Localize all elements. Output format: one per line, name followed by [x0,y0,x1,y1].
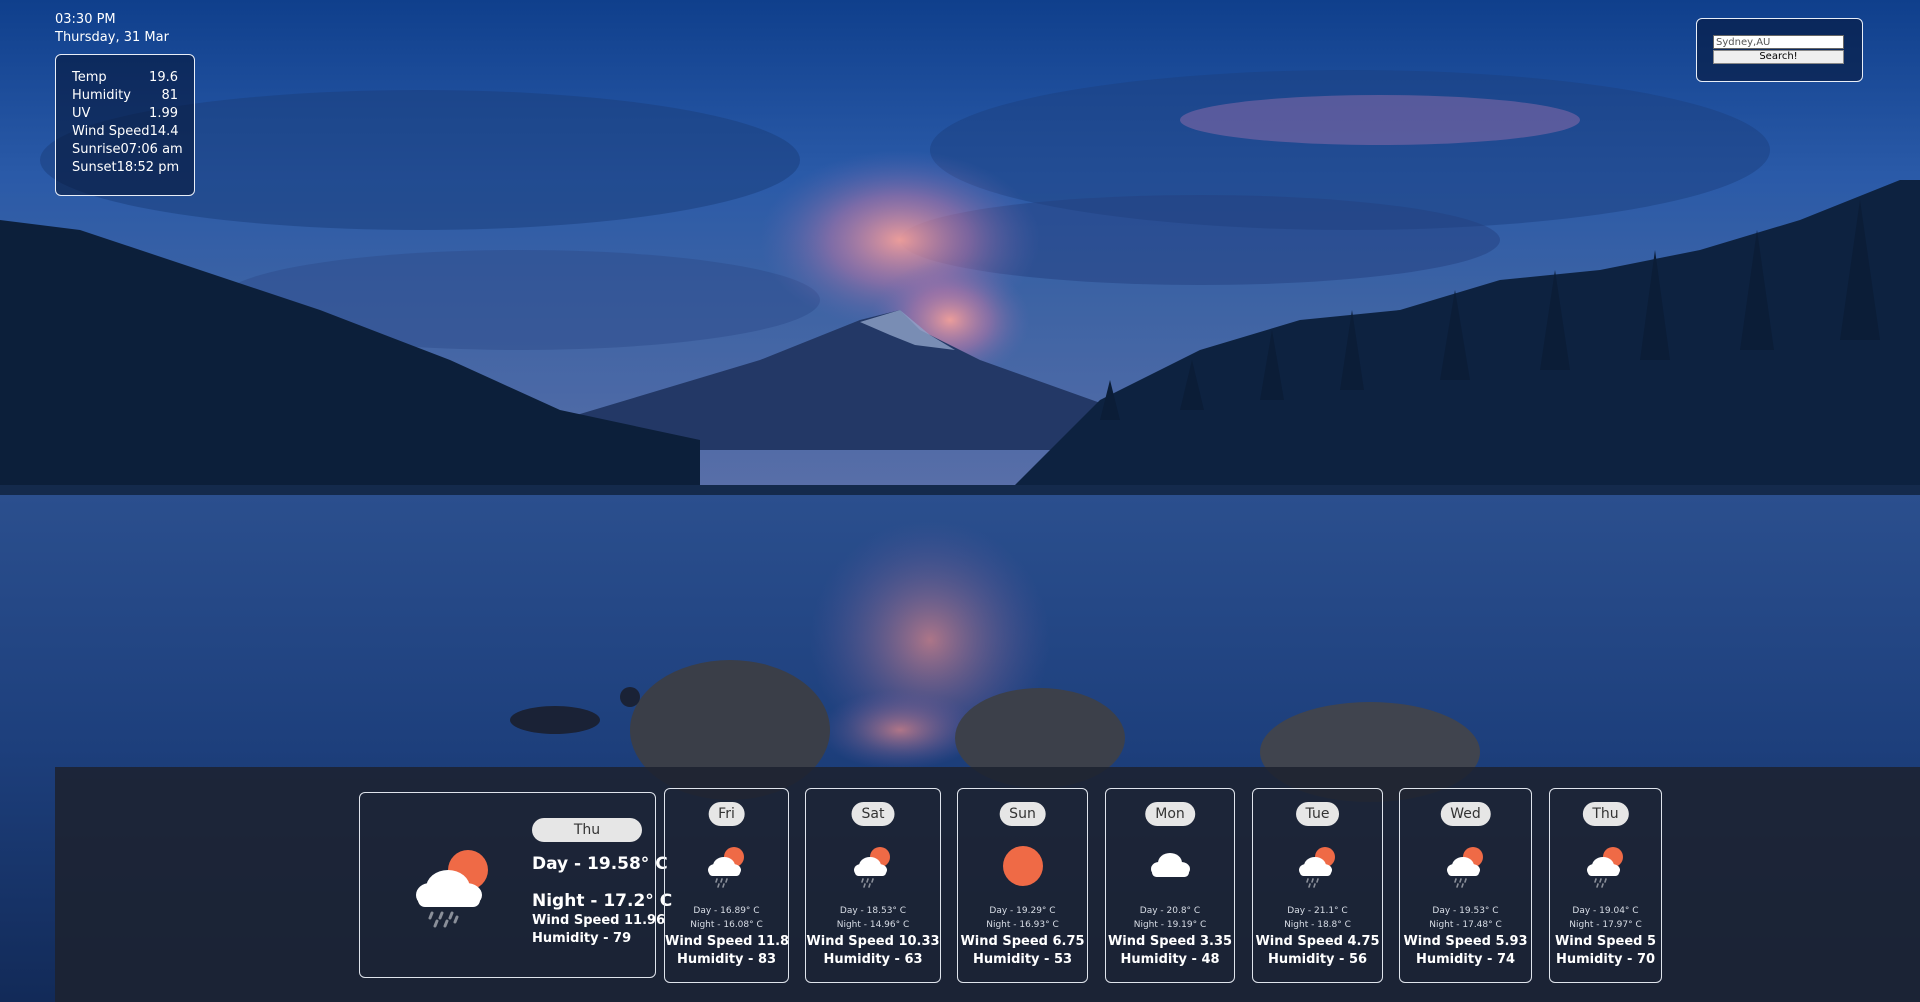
stat-uv: UV 1.99 [72,105,178,123]
forecast-details: Wind Speed 10.33 Humidity - 63 [806,933,940,969]
stat-value: 07:06 am [120,142,183,157]
forecast-temps: Day - 18.53° C Night - 14.96° C [806,904,940,932]
forecast-temps: Day - 19.04° C Night - 17.97° C [1550,904,1661,932]
forecast-night-temp: Night - 17.48° C [1429,920,1502,930]
forecast-temps: Day - 19.29° C Night - 16.93° C [958,904,1087,932]
forecast-day-label: Sun [999,802,1046,826]
sun-icon [1000,843,1046,893]
forecast-humidity: Humidity - 70 [1555,952,1656,967]
forecast-temps: Day - 19.53° C Night - 17.48° C [1400,904,1531,932]
forecast-night-temp: Night - 16.93° C [986,920,1059,930]
stat-humidity: Humidity 81 [72,87,178,105]
sun-cloud-rain-icon [1295,843,1341,893]
forecast-day-temp: Day - 16.89° C [693,906,760,916]
cloud-icon [1147,843,1193,893]
current-conditions-card: Temp 19.6 Humidity 81 UV 1.99 Wind Speed… [55,54,195,196]
sun-cloud-rain-icon [1583,843,1629,893]
forecast-details: Wind Speed 6.75 Humidity - 53 [958,933,1087,969]
sun-cloud-rain-icon [704,843,750,893]
forecast-day-label: Mon [1145,802,1195,826]
forecast-card-mon: Mon Day - 20.8° C Night - 19.19° C Wind … [1105,788,1235,983]
forecast-wind: Wind Speed 5.93 [1403,934,1528,949]
forecast-day-label: Tue [1295,802,1340,826]
stat-sunset: Sunset 18:52 pm [72,159,180,177]
forecast-humidity: Humidity - 53 [972,952,1073,967]
forecast-wind: Wind Speed 10.33 [806,934,940,949]
today-day-label: Thu [532,818,642,842]
today-night-temp: Night - 17.2° C [532,891,673,911]
stat-label: Temp [72,70,107,85]
forecast-wind: Wind Speed 5 [1554,934,1657,949]
today-forecast-card: Thu Day - 19.58° C Night - 17.2° C Wind … [359,792,672,978]
forecast-card-wed: Wed Day - 19.53° C Night - 17.48° C Wind… [1399,788,1532,983]
forecast-card-tue: Tue Day - 21.1° C Night - 18.8° C Wind S… [1252,788,1383,983]
clock: 03:30 PM Thursday, 31 Mar [55,11,169,47]
forecast-temps: Day - 21.1° C Night - 18.8° C [1253,904,1382,932]
forecast-humidity: Humidity - 63 [823,952,923,967]
forecast-wind: Wind Speed 11.8 [665,934,790,949]
search-button[interactable]: Search! [1713,50,1844,64]
forecast-day-label: Sat [851,802,895,826]
forecast-humidity: Humidity - 56 [1267,952,1368,967]
forecast-details: Wind Speed 5 Humidity - 70 [1550,933,1661,969]
forecast-day-temp: Day - 18.53° C [839,906,907,916]
forecast-day-temp: Day - 21.1° C [1287,906,1348,916]
forecast-card-fri: Fri Day - 16.89° C Night - 16.08° C Wind… [664,788,789,983]
stat-label: Sunset [72,160,117,175]
forecast-humidity: Humidity - 83 [676,952,777,967]
forecast-wind: Wind Speed 4.75 [1255,934,1380,949]
stat-label: Wind Speed [72,124,150,139]
stat-value: 18:52 pm [116,160,180,175]
forecast-wind: Wind Speed 3.35 [1107,934,1233,949]
today-wind: Wind Speed 11.96 [532,913,666,928]
sun-cloud-rain-icon [850,843,896,893]
stat-value: 81 [161,88,178,103]
forecast-humidity: Humidity - 74 [1415,952,1516,967]
forecast-details: Wind Speed 4.75 Humidity - 56 [1253,933,1382,969]
forecast-details: Wind Speed 11.8 Humidity - 83 [665,933,790,969]
stat-sunrise: Sunrise 07:06 am [72,141,183,159]
forecast-night-temp: Night - 17.97° C [1569,920,1642,930]
forecast-night-temp: Night - 19.19° C [1133,920,1207,930]
forecast-day-label: Thu [1582,802,1629,826]
stat-wind-speed: Wind Speed 14.4 [72,123,179,141]
current-time: 03:30 PM [55,12,116,27]
forecast-humidity: Humidity - 48 [1120,952,1220,967]
forecast-day-label: Fri [708,802,745,826]
stat-value: 14.4 [149,124,179,139]
stat-value: 19.6 [149,70,178,85]
forecast-panel: Thu Day - 19.58° C Night - 17.2° C Wind … [55,767,1920,1002]
forecast-day-temp: Day - 19.29° C [989,906,1056,916]
current-date: Thursday, 31 Mar [55,30,169,45]
forecast-card-sat: Sat Day - 18.53° C Night - 14.96° C Wind… [805,788,941,983]
forecast-night-temp: Night - 14.96° C [836,920,910,930]
forecast-night-temp: Night - 18.8° C [1284,920,1351,930]
forecast-wind: Wind Speed 6.75 [960,934,1085,949]
forecast-details: Wind Speed 3.35 Humidity - 48 [1106,933,1234,969]
stat-temp: Temp 19.6 [72,69,178,87]
forecast-temps: Day - 16.89° C Night - 16.08° C [665,904,788,932]
search-widget: Search! [1696,18,1863,82]
city-search-input[interactable] [1713,35,1844,49]
today-details: Day - 19.58° C Night - 17.2° C Wind Spee… [532,853,672,948]
forecast-day-temp: Day - 19.04° C [1572,906,1639,916]
forecast-card-thu: Thu Day - 19.04° C Night - 17.97° C Wind… [1549,788,1662,983]
forecast-day-temp: Day - 20.8° C [1139,906,1201,916]
forecast-card-sun: Sun Day - 19.29° C Night - 16.93° C Wind… [957,788,1088,983]
sun-cloud-rain-icon [1443,843,1489,893]
forecast-temps: Day - 20.8° C Night - 19.19° C [1106,904,1234,932]
stat-label: UV [72,106,91,121]
today-day-temp: Day - 19.58° C [532,854,668,874]
forecast-night-temp: Night - 16.08° C [690,920,763,930]
stat-label: Humidity [72,88,131,103]
sun-cloud-rain-icon [408,843,498,937]
forecast-day-label: Wed [1440,802,1491,826]
forecast-details: Wind Speed 5.93 Humidity - 74 [1400,933,1531,969]
stat-value: 1.99 [149,106,178,121]
forecast-day-temp: Day - 19.53° C [1432,906,1499,916]
today-humidity: Humidity - 79 [532,931,632,946]
stat-label: Sunrise [72,142,121,157]
